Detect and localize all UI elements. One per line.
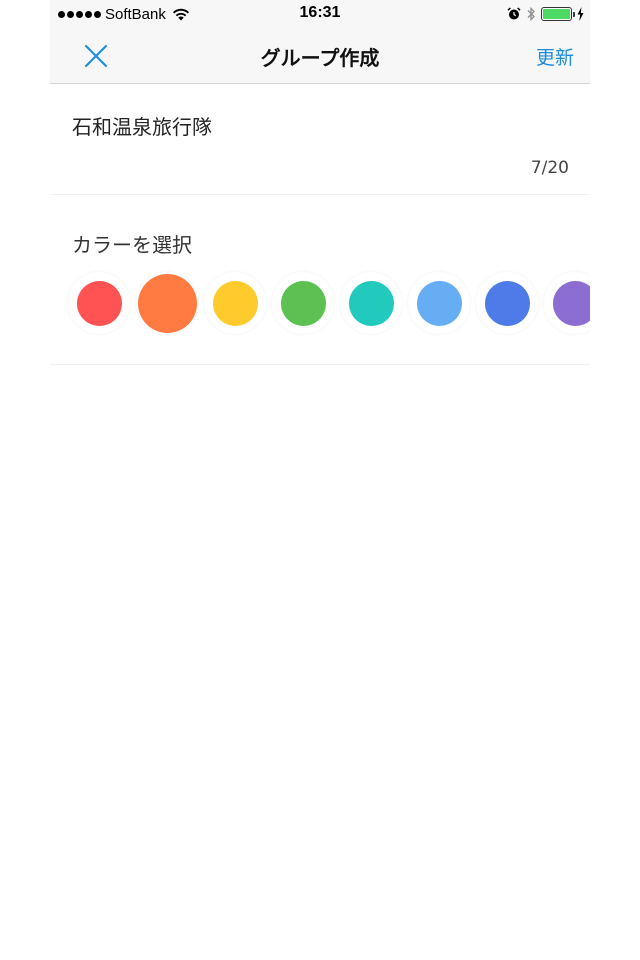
color-swatch-7[interactable] bbox=[476, 272, 538, 334]
update-button[interactable]: 更新 bbox=[536, 43, 574, 70]
color-swatch-fill bbox=[416, 280, 462, 326]
color-swatch-fill bbox=[280, 280, 326, 326]
color-swatch-fill bbox=[137, 273, 197, 333]
charging-icon bbox=[577, 7, 584, 21]
color-swatch-2[interactable] bbox=[136, 272, 198, 334]
close-button[interactable] bbox=[78, 41, 114, 71]
color-swatch-3[interactable] bbox=[204, 272, 266, 334]
color-swatch-fill bbox=[76, 280, 122, 326]
navigation-bar: グループ作成 更新 bbox=[50, 27, 590, 84]
alarm-icon bbox=[507, 7, 521, 20]
bluetooth-icon bbox=[527, 6, 535, 22]
status-bar: SoftBank 16:31 bbox=[50, 0, 590, 27]
group-name-section: 石和温泉旅行隊 7/20 bbox=[50, 85, 590, 195]
color-swatch-fill bbox=[348, 280, 394, 326]
close-icon bbox=[85, 45, 107, 67]
page-title: グループ作成 bbox=[260, 46, 380, 70]
character-counter: 7/20 bbox=[530, 158, 569, 178]
color-swatch-1[interactable] bbox=[68, 272, 130, 334]
color-swatch-fill bbox=[552, 280, 590, 326]
battery-icon bbox=[541, 7, 575, 21]
color-swatch-5[interactable] bbox=[340, 272, 402, 334]
app-screen: SoftBank 16:31 グループ作成 更新 石和温泉旅行隊 7/20 カラ… bbox=[50, 0, 590, 960]
group-name-field[interactable]: 石和温泉旅行隊 bbox=[72, 111, 552, 140]
battery-level bbox=[543, 9, 570, 19]
color-swatch-fill bbox=[484, 280, 530, 326]
color-swatch-4[interactable] bbox=[272, 272, 334, 334]
status-right bbox=[507, 5, 584, 23]
color-swatch-8[interactable] bbox=[544, 272, 590, 334]
color-swatch-fill bbox=[212, 280, 258, 326]
color-picker-label: カラーを選択 bbox=[72, 233, 192, 257]
color-swatch-6[interactable] bbox=[408, 272, 470, 334]
color-picker-section: カラーを選択 bbox=[50, 196, 590, 365]
